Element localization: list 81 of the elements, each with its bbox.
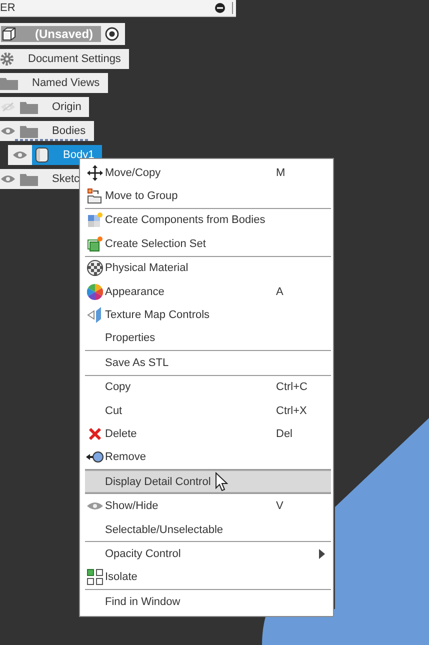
tree-item[interactable]: Bodies [0,121,94,141]
menu-item-label: Remove [105,451,146,464]
texture-map-icon [87,307,103,324]
mouse-pointer-icon [215,472,228,492]
shortcut-label: A [276,286,284,298]
eye-icon [86,501,104,512]
shortcut-label: M [276,166,286,179]
menu-item[interactable]: Opacity Control [85,542,331,566]
shortcut-label: Ctrl+X [276,404,307,417]
cube-icon [1,26,17,42]
tree-item-label: Document Settings [28,53,121,65]
menu-item[interactable]: Save As STL [85,351,331,375]
folder-icon [20,124,38,138]
menu-item-label: Move/Copy [105,166,161,179]
menu-item-label: Opacity Control [105,548,181,560]
move-arrows-icon [87,164,103,181]
menu-item[interactable]: Isolate [85,566,331,590]
body-icon [35,147,49,163]
menu-item[interactable]: Show/Hide V [85,494,331,518]
checkered-sphere-icon [87,260,103,276]
menu-item[interactable]: Selectable/Unselectable [85,518,331,542]
menu-item[interactable]: Properties [85,326,331,350]
menu-item-label: Texture Map Controls [105,309,210,322]
tree-item-label: Named Views [32,77,100,89]
menu-item-label: Isolate [105,571,138,584]
folder-icon [20,100,38,114]
close-icon [88,426,102,441]
folder-icon [0,76,18,90]
menu-item[interactable]: Physical Material [85,256,331,280]
resize-handle[interactable] [232,2,233,14]
tree-item-label: Bodies [52,125,86,137]
menu-item[interactable]: Move to Group [85,184,331,208]
menu-item[interactable]: Texture Map Controls [85,303,331,327]
eye-icon[interactable] [0,174,16,184]
collapse-icon[interactable] [215,3,225,13]
remove-arrow-icon [86,451,104,464]
menu-item[interactable]: Copy Ctrl+C [85,376,331,399]
tree-item-label: Body1 [63,149,94,161]
tree-item[interactable]: Origin [0,97,90,117]
menu-item-label: Display Detail Control [105,476,211,488]
folder-arrow-icon [87,188,103,204]
menu-item-label: Physical Material [105,262,188,274]
menu-item-label: Properties [105,332,156,344]
selection-set-icon [87,236,103,252]
radio-button[interactable] [105,27,119,41]
components-icon [87,212,103,228]
menu-item[interactable]: Appearance A [85,280,331,304]
menu-item-label: Copy [105,381,131,394]
menu-item-label: Save As STL [105,356,169,369]
menu-item-label: Appearance [105,286,164,298]
shortcut-label: Ctrl+C [276,381,308,394]
shortcut-label: Del [276,428,293,440]
menu-item-label: Cut [105,404,122,417]
tree-item[interactable]: Body1 [8,145,102,165]
menu-item-label: Move to Group [105,190,178,202]
menu-item[interactable]: Create Components from Bodies [85,208,331,232]
isolate-grid-icon [87,569,103,586]
shortcut-label: V [276,500,284,512]
folder-icon [20,172,38,186]
menu-item[interactable]: Remove [85,446,331,470]
menu-item-label: Create Selection Set [105,238,206,250]
gear-icon [0,52,14,66]
tree-item-label: Origin [52,101,82,113]
menu-item-label: Create Components from Bodies [105,214,266,226]
menu-item-label: Find in Window [105,596,180,608]
color-wheel-icon [87,284,103,300]
menu-item[interactable]: Find in Window [85,590,331,614]
menu-item[interactable]: Create Selection Set [85,232,331,256]
browser-title: ER [0,2,16,14]
menu-item-label: Selectable/Unselectable [105,524,224,536]
tree-item-label: Sketc [52,173,80,185]
eye-icon[interactable] [12,150,28,160]
tree-item[interactable]: Document Settings [0,49,129,69]
menu-item[interactable]: Cut Ctrl+X [85,398,331,422]
menu-item-label: Delete [105,428,137,440]
menu-item-label: Show/Hide [105,500,158,512]
eye-icon[interactable] [0,126,16,136]
component-name: (Unsaved) [35,27,94,41]
menu-item[interactable]: Delete Del [85,422,331,446]
menu-item[interactable]: Display Detail Control [85,470,331,494]
tree-item[interactable]: Named Views [0,73,108,93]
